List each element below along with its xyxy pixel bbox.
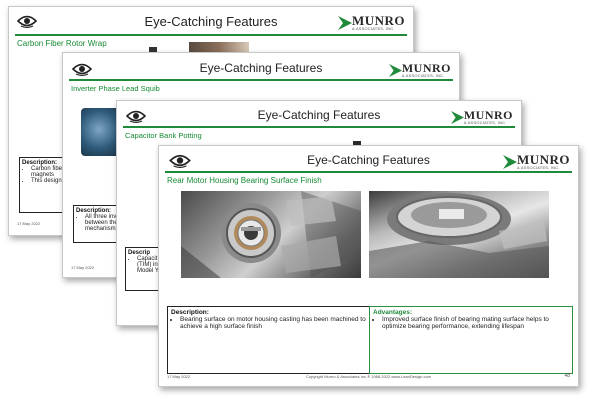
munro-chevron-icon (388, 63, 402, 77)
munro-logo: MUNRO & ASSOCIATES, INC. (388, 62, 451, 78)
title-rule (165, 171, 572, 173)
brand-tagline: & ASSOCIATES, INC. (463, 120, 507, 125)
brand-tagline: & ASSOCIATES, INC. (401, 73, 445, 78)
description-heading: Description: (171, 309, 209, 316)
description-list: Capacit (TIM) in Model Y (128, 256, 162, 274)
description-list: Bearing surface on motor housing casting… (171, 316, 369, 330)
advantages-list: Improved surface finish of bearing matin… (373, 316, 569, 330)
slide-subtitle: Rear Motor Housing Bearing Surface Finis… (167, 176, 322, 185)
bearing-housing-photo (181, 191, 361, 278)
title-rule (123, 126, 515, 128)
munro-chevron-icon (450, 110, 464, 124)
slide-subtitle: Carbon Fiber Rotor Wrap (17, 39, 107, 48)
advantages-box: Advantages: Improved surface finish of b… (369, 306, 573, 374)
slide-date: 17 May 2022 (71, 265, 95, 270)
machined-surface-photo (369, 191, 549, 278)
brand-tagline: & ASSOCIATES, INC. (351, 26, 395, 31)
munro-chevron-icon (337, 15, 352, 30)
slide-date: 17 May 2022 (17, 221, 41, 226)
advantages-heading: Advantages: (373, 309, 413, 316)
slide-stack: Eye-Catching Features MUNRO & ASSOCIATES,… (0, 0, 600, 405)
munro-logo: MUNRO & ASSOCIATES, INC. (502, 153, 570, 170)
title-rule (15, 34, 407, 36)
munro-logo: MUNRO & ASSOCIATES, INC. (337, 14, 405, 31)
advantages-bullet: Improved surface finish of bearing matin… (382, 316, 569, 330)
slide-subtitle: Capacitor Bank Potting (125, 131, 202, 140)
munro-chevron-icon (502, 154, 517, 169)
product-photo (81, 108, 121, 156)
brand-tagline: & ASSOCIATES, INC. (516, 165, 560, 170)
slide-subtitle: Inverter Phase Lead Squib (71, 84, 160, 93)
description-box: Description: Bearing surface on motor ho… (167, 306, 373, 374)
copyright-footer: Copyright Munro & Associates Inc.® 1988-… (305, 374, 431, 379)
title-rule (69, 79, 453, 81)
munro-logo: MUNRO & ASSOCIATES, INC. (450, 109, 513, 125)
slide-rear-motor-housing[interactable]: Eye-Catching Features MUNRO & ASSOCIATES,… (158, 145, 579, 387)
page-number: 48 (564, 373, 570, 379)
description-bullet: Bearing surface on motor housing casting… (180, 316, 369, 330)
